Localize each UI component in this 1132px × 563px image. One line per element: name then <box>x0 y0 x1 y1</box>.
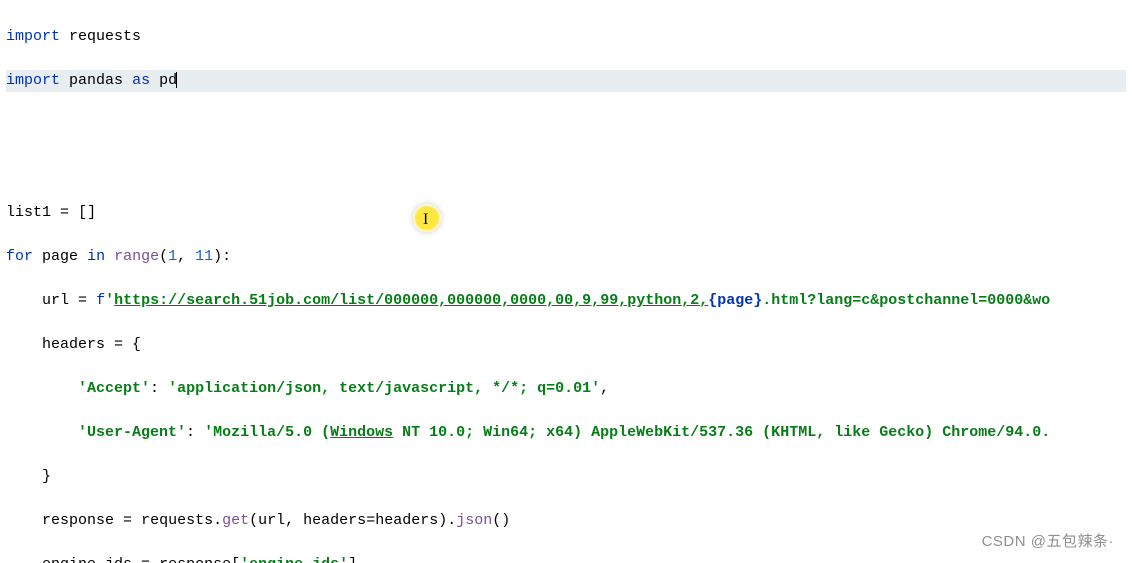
code-line: headers = { <box>6 334 1126 356</box>
code-line: list1 = [] <box>6 202 1126 224</box>
code-line: 'User-Agent': 'Mozilla/5.0 (Windows NT 1… <box>6 422 1126 444</box>
code-line-current: import pandas as pd <box>6 70 1126 92</box>
code-line <box>6 114 1126 136</box>
code-line <box>6 158 1126 180</box>
code-line: import requests <box>6 26 1126 48</box>
code-line: 'Accept': 'application/json, text/javasc… <box>6 378 1126 400</box>
code-line: engine_jds = response['engine_jds'] <box>6 554 1126 563</box>
code-line: response = requests.get(url, headers=hea… <box>6 510 1126 532</box>
text-caret <box>176 72 177 88</box>
code-line: for page in range(1, 11): <box>6 246 1126 268</box>
code-line: url = f'https://search.51job.com/list/00… <box>6 290 1126 312</box>
code-line: } <box>6 466 1126 488</box>
code-editor[interactable]: import requests import pandas as pd list… <box>0 0 1132 563</box>
